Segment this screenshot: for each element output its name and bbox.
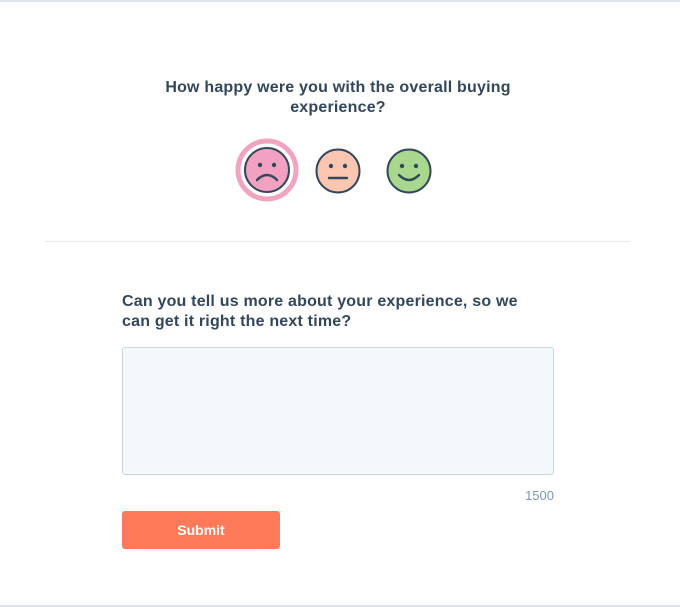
character-counter: 1500: [525, 488, 554, 503]
section-divider: [45, 241, 630, 242]
happy-face-icon: [386, 148, 432, 194]
neutral-face-icon: [315, 148, 361, 194]
rating-option-happy[interactable]: [386, 148, 432, 194]
survey-container: How happy were you with the overall buyi…: [0, 0, 680, 607]
rating-options: [0, 2, 680, 212]
followup-question: Can you tell us more about your experien…: [122, 293, 518, 330]
rating-option-unhappy[interactable]: [235, 138, 299, 202]
feedback-textarea[interactable]: [122, 347, 554, 475]
sad-face-icon: [235, 138, 299, 202]
rating-option-neutral[interactable]: [315, 148, 361, 194]
submit-button[interactable]: Submit: [122, 511, 280, 549]
